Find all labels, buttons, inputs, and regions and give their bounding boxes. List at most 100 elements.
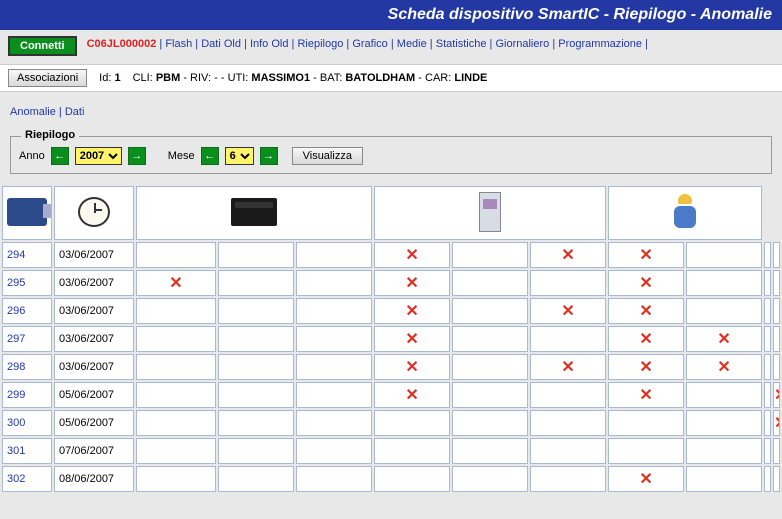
cli-label: CLI: [133, 72, 153, 84]
row-date-cell: 03/06/2007 [54, 298, 134, 324]
nav-link-riepilogo[interactable]: Riepilogo [297, 38, 343, 50]
x-mark-icon: ✕ [717, 331, 730, 348]
mark-cell [136, 466, 216, 492]
nav-links: C06JL000002 | Flash | Dati Old | Info Ol… [87, 36, 648, 52]
col-header [608, 186, 762, 240]
x-mark-icon: ✕ [639, 331, 652, 348]
mark-cell [374, 438, 450, 464]
mark-cell: ✕ [608, 298, 684, 324]
mark-cell [530, 326, 606, 352]
year-label: Anno [19, 150, 45, 162]
row-date-cell: 03/06/2007 [54, 326, 134, 352]
info-bar: Associazioni Id: 1 CLI: PBM - RIV: - - U… [0, 64, 782, 92]
subnav-anomalie[interactable]: Anomalie [10, 106, 56, 118]
row-id-link[interactable]: 300 [3, 417, 51, 429]
row-id-cell: 300 [2, 410, 52, 436]
mark-cell [764, 466, 771, 492]
row-id-link[interactable]: 294 [3, 249, 51, 261]
x-mark-icon: ✕ [639, 303, 652, 320]
mark-cell [218, 382, 294, 408]
mark-cell [218, 242, 294, 268]
mark-cell [764, 438, 771, 464]
row-id-link[interactable]: 297 [3, 333, 51, 345]
connect-button[interactable]: Connetti [8, 36, 77, 56]
bat-value: BATOLDHAM [345, 72, 415, 84]
nav-link-giornaliero[interactable]: Giornaliero [495, 38, 549, 50]
mark-cell [452, 270, 528, 296]
row-id-link[interactable]: 298 [3, 361, 51, 373]
clock-icon [78, 197, 110, 227]
mark-cell [530, 270, 606, 296]
mark-cell: ✕ [530, 298, 606, 324]
year-next-button[interactable]: → [128, 147, 146, 165]
month-select[interactable]: 6 [225, 147, 254, 165]
subnav-dati[interactable]: Dati [65, 106, 85, 118]
row-id-cell: 294 [2, 242, 52, 268]
mark-cell: ✕ [374, 242, 450, 268]
worker-icon [670, 194, 700, 230]
row-id-link[interactable]: 295 [3, 277, 51, 289]
row-date-cell: 03/06/2007 [54, 270, 134, 296]
mark-cell: ✕ [374, 382, 450, 408]
filter-panel: Riepilogo Anno ← 2007 → Mese ← 6 → Visua… [10, 136, 772, 174]
row-date-cell: 05/06/2007 [54, 410, 134, 436]
mark-cell [218, 466, 294, 492]
nav-link-statistiche[interactable]: Statistiche [436, 38, 487, 50]
row-id-link[interactable]: 302 [3, 473, 51, 485]
mark-cell [764, 382, 771, 408]
mark-cell [218, 438, 294, 464]
x-mark-icon: ✕ [561, 303, 574, 320]
nav-link-medie[interactable]: Medie [397, 38, 427, 50]
x-mark-icon: ✕ [405, 359, 418, 376]
mark-cell [686, 270, 762, 296]
nav-link-grafico[interactable]: Grafico [352, 38, 387, 50]
nav-link-dati-old[interactable]: Dati Old [201, 38, 241, 50]
row-id-link[interactable]: 301 [3, 445, 51, 457]
mark-cell [136, 382, 216, 408]
mark-cell: ✕ [608, 242, 684, 268]
nav-link-programmazione[interactable]: Programmazione [558, 38, 642, 50]
x-mark-icon: ✕ [405, 247, 418, 264]
mark-cell: ✕ [530, 242, 606, 268]
year-select[interactable]: 2007 [75, 147, 122, 165]
page-title: Scheda dispositivo SmartIC - Riepilogo -… [0, 0, 782, 30]
mark-cell [764, 326, 771, 352]
year-prev-button[interactable]: ← [51, 147, 69, 165]
mark-cell: ✕ [608, 270, 684, 296]
col-header [136, 186, 372, 240]
table-row: 29803/06/2007✕✕✕✕ [2, 354, 780, 380]
anomalie-table: 29403/06/2007✕✕✕29503/06/2007✕✕✕29603/06… [0, 184, 782, 494]
mark-cell: ✕ [374, 298, 450, 324]
sub-nav: Anomalie | Dati [0, 92, 782, 128]
col-header [2, 186, 52, 240]
uti-value: MASSIMO1 [251, 72, 310, 84]
mark-cell [530, 438, 606, 464]
mark-cell [530, 466, 606, 492]
mark-cell [764, 298, 771, 324]
month-prev-button[interactable]: ← [201, 147, 219, 165]
nav-link-flash[interactable]: Flash [165, 38, 192, 50]
nav-link-info-old[interactable]: Info Old [250, 38, 289, 50]
cabinet-icon [479, 192, 501, 232]
mark-cell [452, 466, 528, 492]
mark-cell [136, 438, 216, 464]
riv-label: - RIV: [183, 72, 211, 84]
row-id-link[interactable]: 296 [3, 305, 51, 317]
mark-cell [136, 242, 216, 268]
associazioni-button[interactable]: Associazioni [8, 69, 87, 87]
mark-cell: ✕ [374, 270, 450, 296]
mark-cell [773, 298, 780, 324]
visualizza-button[interactable]: Visualizza [292, 147, 363, 165]
row-date-cell: 08/06/2007 [54, 466, 134, 492]
id-label: Id: [99, 72, 111, 84]
x-mark-icon: ✕ [169, 275, 182, 292]
mark-cell [773, 466, 780, 492]
battery-icon [231, 198, 277, 226]
mark-cell [773, 270, 780, 296]
mark-cell: ✕ [374, 326, 450, 352]
device-code: C06JL000002 [87, 38, 157, 50]
row-id-link[interactable]: 299 [3, 389, 51, 401]
month-next-button[interactable]: → [260, 147, 278, 165]
mark-cell [296, 298, 372, 324]
mark-cell [452, 382, 528, 408]
